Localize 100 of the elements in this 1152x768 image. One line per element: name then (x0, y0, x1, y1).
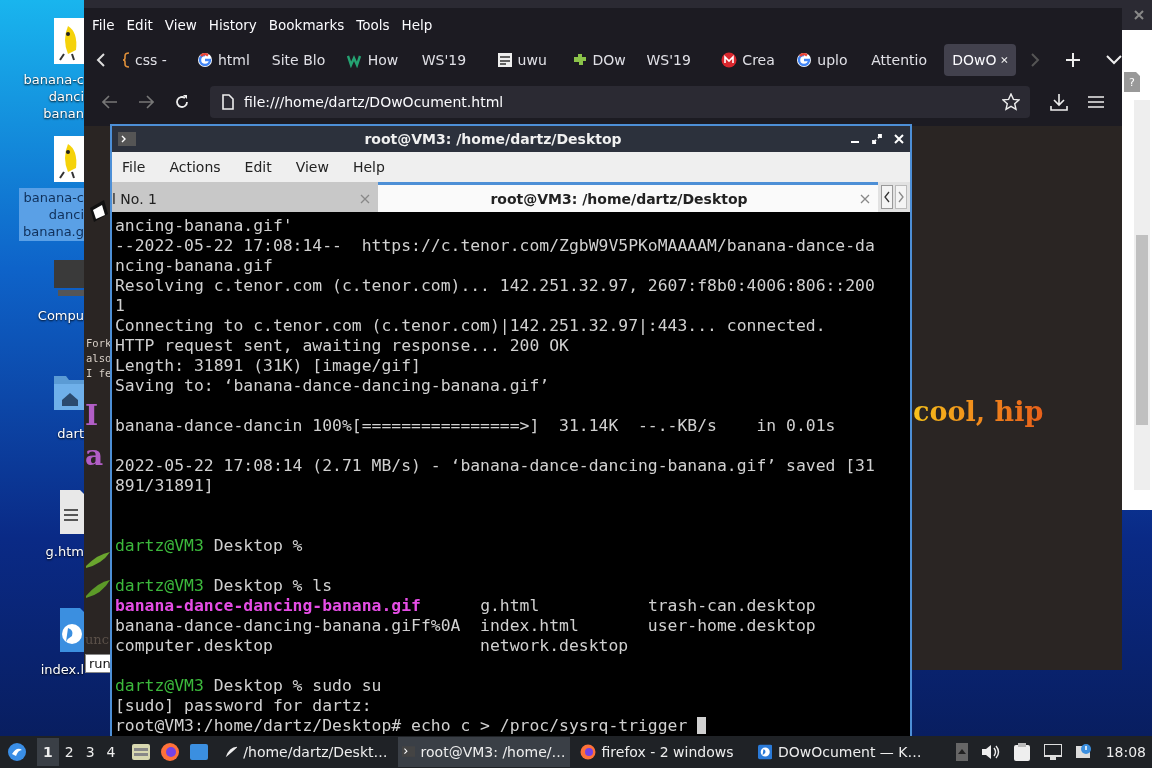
menu-item[interactable]: Help (401, 16, 433, 33)
tab-label: DOw (592, 52, 626, 68)
heading-fragment: I (85, 398, 100, 434)
menu-item[interactable]: View (164, 16, 197, 33)
terminal-text: --2022-05-22 17:08:14-- https://c.tenor.com/ZgbW9V5PKoMAAAAM/banana-dance-da (115, 236, 875, 255)
tab-label: How (367, 52, 399, 68)
terminal-text: 1 (115, 296, 125, 315)
workspace-button[interactable]: 1 (37, 738, 59, 766)
workspace-button[interactable]: 2 (58, 738, 80, 766)
banana-icon[interactable] (54, 136, 84, 182)
chevron-down-icon[interactable] (1106, 55, 1123, 65)
plus-icon[interactable] (1066, 53, 1081, 67)
reload-icon[interactable] (174, 94, 190, 110)
tab-label: html (217, 52, 250, 68)
scrollbar-thumb[interactable] (1136, 235, 1148, 425)
browser-tab[interactable]: DOwO (944, 44, 1017, 76)
clock: 18:08 (1105, 744, 1146, 760)
window-title: root@VM3: /home/dartz/Desktop (363, 131, 623, 147)
back-icon[interactable] (102, 95, 118, 109)
browser-tab[interactable]: css - (114, 44, 189, 76)
menu-item[interactable]: File (92, 16, 115, 33)
terminal-icon (401, 744, 415, 760)
menu-item[interactable]: Bookmarks (268, 16, 345, 33)
address-bar[interactable]: file:///home/dartz/DOwOcument.html (210, 86, 1030, 118)
menu-item[interactable]: Edit (244, 159, 272, 175)
tab-label: uwu (517, 52, 547, 68)
text-line: Fork (86, 336, 112, 351)
file-manager-icon[interactable] (131, 744, 150, 760)
firefox-icon[interactable] (159, 742, 180, 762)
star-icon[interactable] (1002, 93, 1020, 111)
terminal-text: Length: 31891 (31K) [image/gif] (115, 356, 421, 375)
scrollbar[interactable] (1134, 100, 1150, 490)
terminal-text: Desktop % ls (212, 576, 333, 595)
browser-tab[interactable]: uplo (788, 44, 864, 76)
terminal-text: banana-dance-dancin 100%[================>] 31.14K --.-KB/s in 0.01s (115, 416, 836, 435)
browser-tab[interactable]: WS'19 (413, 44, 489, 76)
taskbar-button[interactable]: /home/dartz/Deskt… (219, 737, 392, 767)
workspace-button[interactable]: 3 (79, 738, 101, 766)
task-label: root@VM3: /home/… (420, 744, 566, 760)
menu-icon[interactable] (1088, 95, 1104, 109)
menu-item[interactable]: Actions (169, 159, 221, 175)
task-label: DOwOcument — K… (777, 744, 922, 760)
tab-label: css - (135, 52, 167, 68)
menu-item[interactable]: Tools (356, 16, 390, 33)
tab-label: uplo (817, 52, 848, 68)
terminal-tab[interactable]: l No. 1 (112, 182, 378, 212)
unknown-file-icon: ? (1124, 72, 1140, 92)
terminal-text: HTTP request sent, awaiting response... 200 OK (115, 336, 569, 355)
heading-fragment: a (85, 438, 104, 474)
menu-item[interactable]: File (122, 159, 146, 175)
terminal-text: computer.desktop network.desktop (115, 636, 629, 655)
text-line: I fe (86, 366, 112, 381)
browser-tab[interactable]: DOw (563, 44, 639, 76)
browser-tab[interactable]: WS'19 (638, 44, 714, 76)
browser-tab[interactable]: Crea (713, 44, 789, 76)
task-label: firefox - 2 windows (601, 744, 734, 760)
icon-label[interactable]: index.l (36, 660, 84, 679)
google-icon (196, 52, 213, 68)
maximize-icon[interactable] (872, 134, 882, 144)
icon-label[interactable]: banana-c danci banana.g (19, 188, 84, 241)
notification-icon[interactable] (1075, 744, 1092, 760)
download-icon[interactable] (1050, 93, 1068, 111)
browser-tab[interactable]: Attentio (863, 44, 939, 76)
tab-label: Site Blo (271, 52, 326, 68)
start-menu-icon[interactable] (7, 742, 27, 762)
terminal-text: [sudo] password for dartz: (115, 696, 372, 715)
terminal-text: ncing-banana.gif (115, 256, 273, 275)
terminal-icon (118, 132, 136, 146)
menu-item[interactable]: View (295, 159, 329, 175)
icon-label[interactable]: dart (53, 424, 84, 443)
browser-tab[interactable]: How (338, 44, 414, 76)
taskbar-button[interactable]: DOwOcument — K… (753, 737, 926, 767)
tab-label: WS'19 (421, 52, 467, 68)
workspace-button[interactable]: 4 (100, 738, 122, 766)
icon-label[interactable]: g.htm (41, 542, 84, 561)
browser-tab[interactable]: Site Blo (263, 44, 339, 76)
volume-icon[interactable] (981, 744, 1000, 760)
bracket-icon (122, 52, 130, 68)
clipboard-icon[interactable] (1013, 743, 1030, 761)
browser-tab[interactable]: html (188, 44, 264, 76)
page-icon (222, 94, 234, 110)
menu-item[interactable]: Edit (126, 16, 153, 33)
chevron-left-icon[interactable] (96, 53, 106, 67)
tab-label: Attentio (871, 52, 927, 68)
forward-icon[interactable] (138, 95, 154, 109)
terminal-tab[interactable]: root@VM3: /home/dartz/Desktop (378, 182, 878, 212)
scroll-left-icon[interactable] (881, 185, 893, 209)
window-icon[interactable] (189, 744, 208, 760)
taskbar-button[interactable]: root@VM3: /home/… (397, 737, 570, 767)
menu-item[interactable]: Help (352, 159, 385, 175)
banana-icon[interactable] (54, 18, 84, 64)
tab-label: Crea (742, 52, 775, 68)
task-label: /home/dartz/Deskt… (243, 744, 388, 760)
menu-item[interactable]: History (208, 16, 257, 33)
icon-label[interactable]: Compu (33, 306, 84, 325)
terminal-text: g.html trash-can.desktop (479, 596, 816, 615)
taskbar-button[interactable]: firefox - 2 windows (575, 737, 748, 767)
scroll-up-icon[interactable] (955, 743, 968, 761)
browser-tab[interactable]: uwu (488, 44, 564, 76)
terminal-text: ancing-banana.gif' (115, 216, 293, 235)
